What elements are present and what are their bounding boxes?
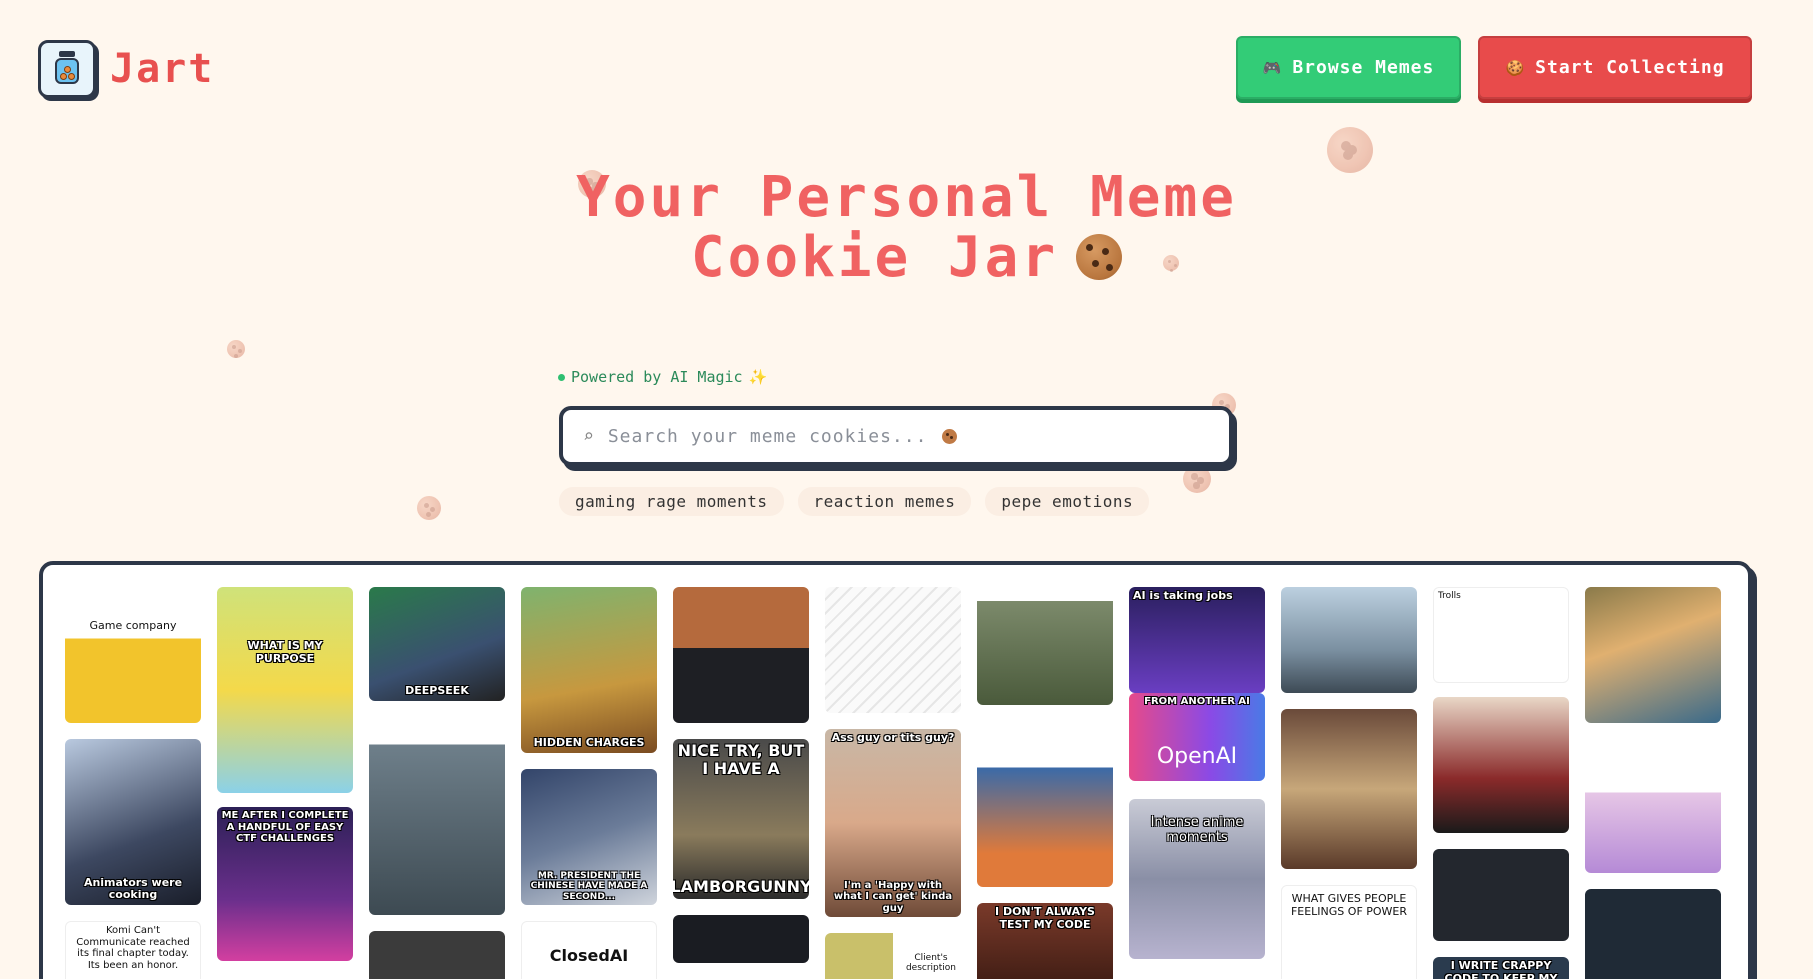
meme-caption: ClosedAI xyxy=(549,945,629,965)
meme-card[interactable]: ME AFTER I COMPLETE A HANDFUL OF EASY CT… xyxy=(217,807,353,961)
meme-card[interactable]: WHAT GIVES PEOPLE FEELINGS OF POWER xyxy=(1281,885,1417,979)
meme-caption: MR. PRESIDENT THE CHINESE HAVE MADE A SE… xyxy=(530,870,648,902)
suggestion-chip[interactable]: pepe emotions xyxy=(985,487,1150,516)
meme-card[interactable]: I DON'T ALWAYS TEST MY CODE xyxy=(977,903,1113,979)
title-line-1: Your Personal Meme xyxy=(576,165,1237,230)
search-icon: ⌕ xyxy=(583,425,594,447)
meme-card[interactable]: Client's description xyxy=(825,933,961,979)
meme-card[interactable] xyxy=(369,931,505,979)
suggestion-chip[interactable]: reaction memes xyxy=(797,487,972,516)
start-collecting-label: Start Collecting xyxy=(1535,57,1725,78)
meme-card[interactable]: Komi Can't Communicate reached its final… xyxy=(65,921,201,979)
meme-card[interactable] xyxy=(1585,587,1721,723)
meme-card[interactable]: Animators were cooking xyxy=(65,739,201,905)
brand-name: Jart xyxy=(110,46,215,92)
meme-caption: Intense anime moments xyxy=(1150,815,1244,845)
meme-card[interactable]: ClosedAI xyxy=(521,921,657,979)
ai-badge: Powered by AI Magic ✨ xyxy=(558,368,767,386)
meme-card[interactable] xyxy=(673,587,809,723)
status-dot xyxy=(558,373,565,381)
floating-cookie-decoration xyxy=(417,496,441,520)
page-title: Your Personal Meme Cookie Jar xyxy=(0,168,1813,288)
meme-gallery: Game company Animators were cooking Komi… xyxy=(39,561,1752,979)
meme-caption: WHAT GIVES PEOPLE FEELINGS OF POWER xyxy=(1290,892,1408,918)
meme-caption: I'm a 'Happy with what I can get' kinda … xyxy=(833,879,953,914)
meme-card[interactable] xyxy=(1281,709,1417,869)
meme-card[interactable] xyxy=(825,587,961,713)
floating-cookie-decoration xyxy=(227,340,245,358)
search-suggestions: gaming rage moments reaction memes pepe … xyxy=(559,487,1150,516)
meme-caption: Animators were cooking xyxy=(83,875,183,902)
meme-card[interactable] xyxy=(1433,697,1569,833)
meme-caption: FROM ANOTHER AI xyxy=(1144,696,1250,707)
meme-caption: OpenAI xyxy=(1156,743,1238,769)
meme-card[interactable] xyxy=(369,717,505,915)
search-input[interactable] xyxy=(607,425,928,447)
meme-card[interactable]: Intense anime moments xyxy=(1129,799,1265,959)
floating-cookie-decoration xyxy=(1183,465,1211,493)
start-collecting-button[interactable]: 🍪 Start Collecting xyxy=(1478,36,1752,99)
meme-card[interactable]: MR. PRESIDENT THE CHINESE HAVE MADE A SE… xyxy=(521,769,657,905)
meme-caption: I WRITE CRAPPY CODE TO KEEP MY JOB xyxy=(1444,959,1558,979)
meme-caption: NICE TRY, BUT I HAVE A xyxy=(677,741,805,779)
meme-caption: AI is taking jobs xyxy=(1133,589,1233,602)
browse-memes-button[interactable]: 🎮 Browse Memes xyxy=(1236,36,1461,99)
meme-card[interactable] xyxy=(1585,889,1721,979)
ai-badge-label: Powered by AI Magic xyxy=(571,368,743,386)
gamepad-icon: 🎮 xyxy=(1262,58,1283,77)
meme-caption: Client's description xyxy=(905,952,957,973)
sparkles-icon: ✨ xyxy=(748,368,768,386)
meme-caption: WHAT IS MY PURPOSE xyxy=(247,639,323,665)
meme-card[interactable] xyxy=(1433,849,1569,941)
meme-card[interactable] xyxy=(1281,587,1417,693)
meme-card[interactable]: Ass guy or tits guy? I'm a 'Happy with w… xyxy=(825,729,961,917)
meme-card[interactable]: I WRITE CRAPPY CODE TO KEEP MY JOB xyxy=(1433,957,1569,979)
search-bar[interactable]: ⌕ xyxy=(559,406,1233,466)
meme-caption: HIDDEN CHARGES xyxy=(533,736,645,750)
meme-card[interactable]: FROM ANOTHER AI OpenAI xyxy=(1129,693,1265,781)
meme-card[interactable]: DEEPSEEK xyxy=(369,587,505,701)
meme-caption: DEEPSEEK xyxy=(405,684,469,698)
cookie-icon xyxy=(941,428,957,444)
meme-card[interactable] xyxy=(1585,739,1721,873)
cookie-icon xyxy=(1076,234,1123,280)
cookie-jar-icon xyxy=(38,40,96,98)
floating-cookie-decoration xyxy=(1327,127,1373,173)
meme-card[interactable] xyxy=(977,721,1113,887)
meme-caption: Game company xyxy=(89,619,177,632)
meme-card[interactable]: Trolls xyxy=(1433,587,1569,683)
meme-caption: ME AFTER I COMPLETE A HANDFUL OF EASY CT… xyxy=(221,810,349,844)
meme-caption: Komi Can't Communicate reached its final… xyxy=(76,925,190,971)
meme-caption: LAMBORGUNNY xyxy=(673,876,809,896)
title-line-2-wrap: Cookie Jar xyxy=(0,228,1813,288)
meme-card[interactable]: NICE TRY, BUT I HAVE A LAMBORGUNNY xyxy=(673,739,809,899)
meme-caption: Trolls xyxy=(1438,591,1461,601)
meme-caption: Ass guy or tits guy? xyxy=(831,731,955,744)
meme-card[interactable]: AI is taking jobs xyxy=(1129,587,1265,693)
meme-caption: I DON'T ALWAYS TEST MY CODE xyxy=(995,905,1095,931)
browse-memes-label: Browse Memes xyxy=(1292,57,1435,78)
meme-card[interactable]: HIDDEN CHARGES xyxy=(521,587,657,753)
meme-card[interactable]: Game company xyxy=(65,587,201,723)
suggestion-chip[interactable]: gaming rage moments xyxy=(559,487,784,516)
brand-logo[interactable]: Jart xyxy=(38,40,214,98)
meme-card[interactable] xyxy=(673,915,809,963)
cookie-icon: 🍪 xyxy=(1505,58,1526,77)
title-line-2: Cookie Jar xyxy=(690,225,1059,290)
meme-card[interactable]: WHAT IS MY PURPOSE xyxy=(217,587,353,793)
meme-card[interactable] xyxy=(977,587,1113,705)
